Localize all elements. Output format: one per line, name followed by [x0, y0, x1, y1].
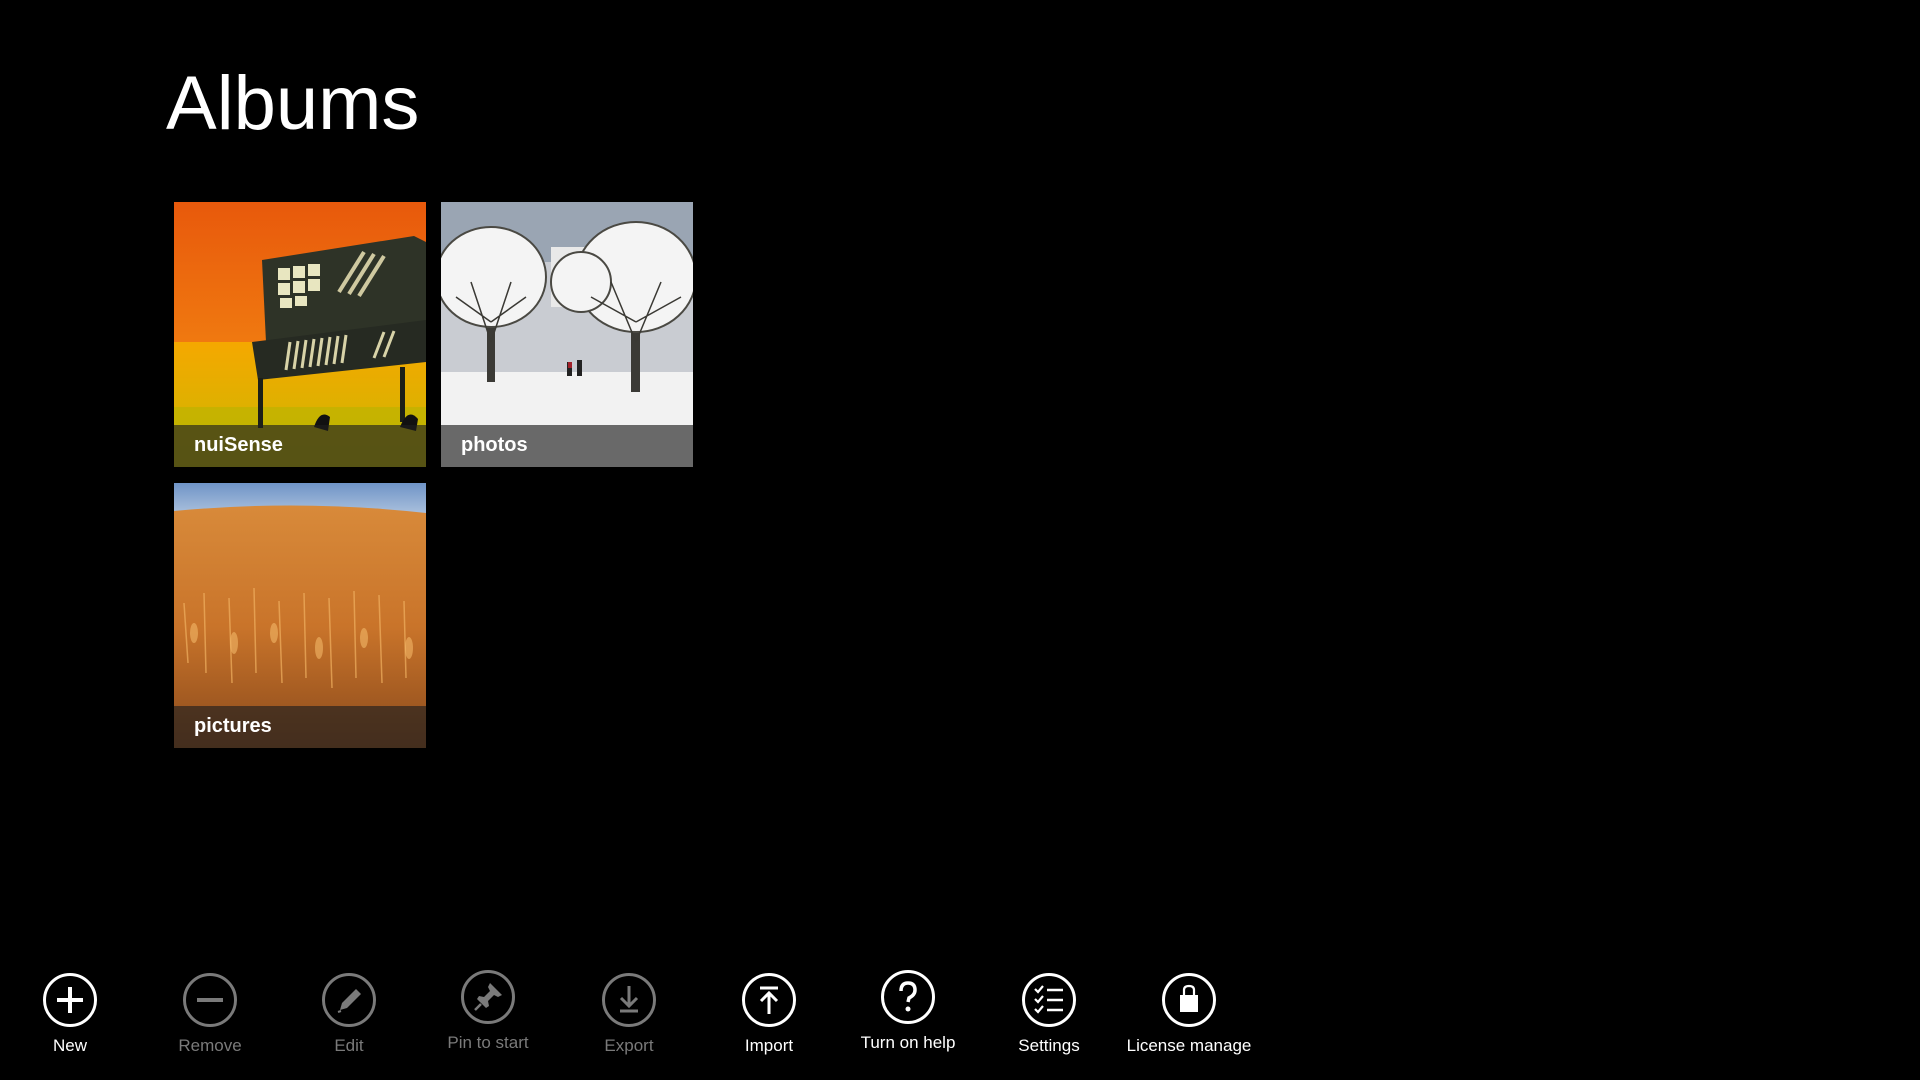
- import-button[interactable]: Import: [699, 972, 839, 1072]
- album-tile-pictures[interactable]: pictures: [174, 483, 426, 748]
- export-button[interactable]: Export: [559, 972, 699, 1072]
- album-label: pictures: [194, 715, 272, 737]
- new-button-label: New: [52, 1036, 87, 1055]
- settings-button-label: Settings: [1018, 1036, 1080, 1055]
- turn-on-help-button[interactable]: Turn on help: [838, 970, 978, 1072]
- remove-button[interactable]: Remove: [140, 972, 280, 1072]
- pin-icon: [461, 970, 515, 1024]
- album-label: nuiSense: [194, 434, 283, 456]
- plus-icon: [43, 973, 97, 1027]
- license-manage-button[interactable]: License manage: [1119, 972, 1259, 1072]
- edit-button-label: Edit: [334, 1036, 364, 1055]
- checklist-icon: [1022, 973, 1076, 1027]
- question-icon: [881, 970, 935, 1024]
- new-button[interactable]: New: [0, 972, 140, 1072]
- pin-to-start-button[interactable]: Pin to start: [418, 970, 558, 1072]
- page-title: Albums: [166, 61, 420, 146]
- pencil-icon: [322, 973, 376, 1027]
- album-tile-nuisense[interactable]: nuiSense: [174, 202, 426, 467]
- minus-icon: [183, 973, 237, 1027]
- remove-button-label: Remove: [178, 1036, 242, 1055]
- settings-button[interactable]: Settings: [979, 972, 1119, 1072]
- license-manage-button-label: License manage: [1126, 1036, 1252, 1055]
- album-tile-photos[interactable]: photos: [441, 202, 693, 467]
- shopping-bag-icon: [1162, 973, 1216, 1027]
- app-bar: New Remove Edit Pin to start Export Impo…: [0, 960, 1920, 1080]
- edit-button[interactable]: Edit: [279, 972, 419, 1072]
- download-icon: [602, 973, 656, 1027]
- turn-on-help-button-label: Turn on help: [860, 1033, 956, 1052]
- album-label: photos: [461, 434, 528, 456]
- export-button-label: Export: [604, 1036, 654, 1055]
- upload-icon: [742, 973, 796, 1027]
- pin-to-start-button-label: Pin to start: [447, 1033, 529, 1052]
- import-button-label: Import: [744, 1036, 794, 1055]
